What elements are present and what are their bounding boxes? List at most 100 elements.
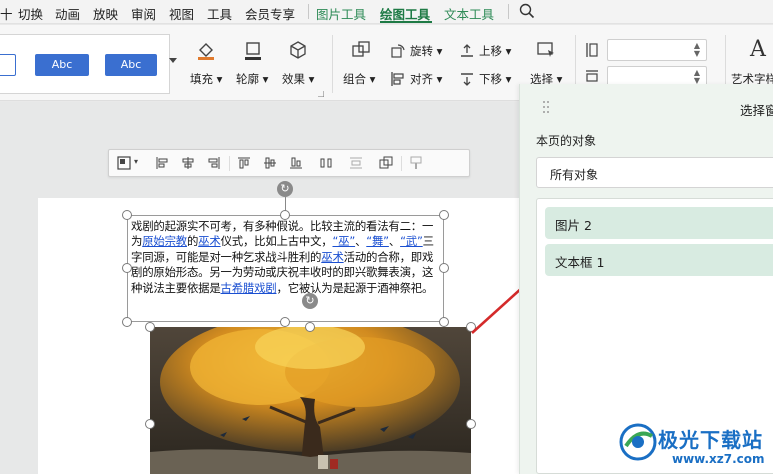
floating-toolbar: ▾ — [108, 149, 470, 177]
search-icon[interactable] — [519, 3, 535, 19]
fill-button[interactable]: 填充 ▾ — [190, 71, 222, 87]
menu-item-member[interactable]: 会员专享 — [245, 4, 295, 23]
site-watermark: 极光下载站 www.xz7.com — [608, 416, 773, 474]
rotate-label: 旋转 — [410, 44, 433, 58]
layout-dropdown-icon[interactable]: ▾ — [134, 157, 138, 166]
text-run: ，它被认为是起源于酒神祭祀。 — [276, 280, 434, 295]
text-run: 的 — [186, 234, 199, 249]
menu-item-tools[interactable]: 工具 — [207, 4, 232, 23]
resize-handle-br[interactable] — [439, 317, 449, 327]
drag-grip-icon[interactable] — [542, 100, 550, 114]
fill-label: 填充 — [190, 72, 213, 86]
resize-handle-bl[interactable] — [122, 317, 132, 327]
bring-forward-button[interactable]: 上移 ▾ — [479, 43, 511, 59]
menu-item-text-tools[interactable]: 文本工具 — [444, 4, 494, 23]
selection-pane-title: 选择窗 — [740, 103, 773, 118]
group-icon[interactable] — [351, 40, 371, 60]
tree-painting-image — [150, 327, 471, 474]
menu-item-view[interactable]: 视图 — [169, 4, 194, 23]
resize-handle-tr[interactable] — [439, 210, 449, 220]
fill-bucket-icon[interactable] — [196, 40, 216, 60]
spinner-icon-2[interactable]: ▲ ▼ — [694, 69, 700, 85]
effect-cube-icon[interactable] — [288, 40, 308, 60]
send-backward-label: 下移 — [479, 72, 502, 86]
picture-handle-ml[interactable] — [145, 419, 155, 429]
watermark-url: www.xz7.com — [672, 452, 765, 466]
send-backward-icon[interactable] — [459, 71, 475, 87]
gallery-more-icon[interactable] — [169, 58, 177, 64]
send-backward-button[interactable]: 下移 ▾ — [479, 71, 511, 87]
width-icon — [586, 70, 598, 82]
style-preset-2[interactable]: Abc — [105, 54, 157, 76]
ribbon-separator — [332, 35, 333, 93]
text-run: 仪式，比如上古中文， — [220, 234, 333, 249]
objects-on-page-label: 本页的对象 — [536, 134, 597, 148]
menu-separator — [308, 4, 309, 19]
align-bottom-icon[interactable] — [289, 156, 303, 170]
align-middle-icon[interactable] — [263, 156, 277, 170]
align-top-icon[interactable] — [237, 156, 251, 170]
group-button[interactable]: 组合 ▾ — [343, 71, 375, 87]
style-preset-outline[interactable] — [0, 54, 16, 76]
object-item-label: 图片 2 — [555, 218, 592, 233]
menu-item-review[interactable]: 审阅 — [131, 4, 156, 23]
menu-item-transition[interactable]: 切换 — [18, 4, 43, 23]
menu-item-slideshow[interactable]: 放映 — [93, 4, 118, 23]
outline-button[interactable]: 轮廓 ▾ — [236, 71, 268, 87]
align-left-icon[interactable] — [155, 156, 169, 170]
resize-handle-tl[interactable] — [122, 210, 132, 220]
object-item-picture[interactable]: 图片 2 — [545, 207, 773, 239]
hyperlink[interactable]: 巫术 — [321, 250, 344, 264]
hyperlink[interactable]: 原始宗教 — [142, 234, 187, 248]
watermark-title: 极光下载站 — [658, 428, 763, 452]
menu-item-picture-tools[interactable]: 图片工具 — [316, 4, 366, 23]
dialog-launcher-icon[interactable] — [318, 91, 324, 97]
align-button[interactable]: 对齐 ▾ — [410, 71, 442, 87]
hyperlink[interactable]: 巫术 — [198, 234, 221, 248]
text-run: 、 — [388, 234, 401, 249]
bring-forward-icon[interactable] — [459, 43, 475, 59]
align-icon[interactable] — [390, 71, 406, 87]
height-input[interactable]: ▲ ▼ — [607, 39, 707, 61]
picture-2[interactable] — [150, 327, 471, 474]
resize-handle-ml[interactable] — [122, 263, 132, 273]
toolbar-separator — [229, 156, 230, 171]
text-run: 、 — [355, 234, 367, 249]
hyperlink[interactable]: “武” — [400, 234, 423, 248]
group-objects-icon[interactable] — [379, 156, 393, 170]
bring-forward-label: 上移 — [479, 44, 502, 58]
spinner-icon[interactable]: ▲ ▼ — [694, 42, 700, 58]
align-center-icon[interactable] — [181, 156, 195, 170]
art-text-icon[interactable]: A — [750, 37, 766, 62]
rotate-button[interactable]: 旋转 ▾ — [410, 43, 442, 59]
menu-item-animation[interactable]: 动画 — [55, 4, 80, 23]
outline-icon[interactable] — [243, 40, 263, 60]
object-filter-select[interactable]: 所有对象 — [536, 157, 773, 188]
hyperlink[interactable]: “舞” — [366, 234, 389, 248]
picture-handle-tm[interactable] — [305, 322, 315, 332]
shape-style-gallery: Abc Abc — [0, 34, 170, 94]
object-filter-value: 所有对象 — [550, 168, 599, 182]
outline-label: 轮廓 — [236, 72, 259, 86]
distribute-horizontal-icon[interactable] — [319, 156, 333, 170]
effect-button[interactable]: 效果 ▾ — [282, 71, 314, 87]
textbox-paragraph[interactable]: 戏剧的起源实不可考，有多种假说。比较主流的看法有二：一为原始宗教的巫术仪式，比如… — [131, 219, 439, 296]
hyperlink[interactable]: “巫” — [332, 234, 355, 248]
selection-pane-icon[interactable] — [536, 40, 556, 60]
menu-bar: 十 切换 动画 放映 审阅 视图 工具 会员专享 图片工具 绘图工具 文本工具 — [0, 0, 773, 24]
resize-handle-bm[interactable] — [280, 317, 290, 327]
align-right-icon[interactable] — [207, 156, 221, 170]
distribute-vertical-icon — [350, 157, 362, 169]
rotate-icon[interactable] — [390, 43, 406, 59]
picture-handle-mr[interactable] — [466, 419, 476, 429]
picture-handle-tl[interactable] — [145, 322, 155, 332]
resize-handle-tm[interactable] — [280, 210, 290, 220]
menu-item-0[interactable]: 十 — [0, 4, 13, 23]
textbox-rotate-handle[interactable]: ↻ — [277, 181, 293, 197]
picture-rotate-handle[interactable]: ↻ — [302, 293, 318, 309]
object-item-textbox[interactable]: 文本框 1 — [545, 244, 773, 276]
resize-handle-mr[interactable] — [439, 263, 449, 273]
layout-icon[interactable] — [117, 156, 131, 170]
hyperlink[interactable]: 古希腊戏剧 — [221, 281, 277, 295]
style-preset-1[interactable]: Abc — [35, 54, 89, 76]
